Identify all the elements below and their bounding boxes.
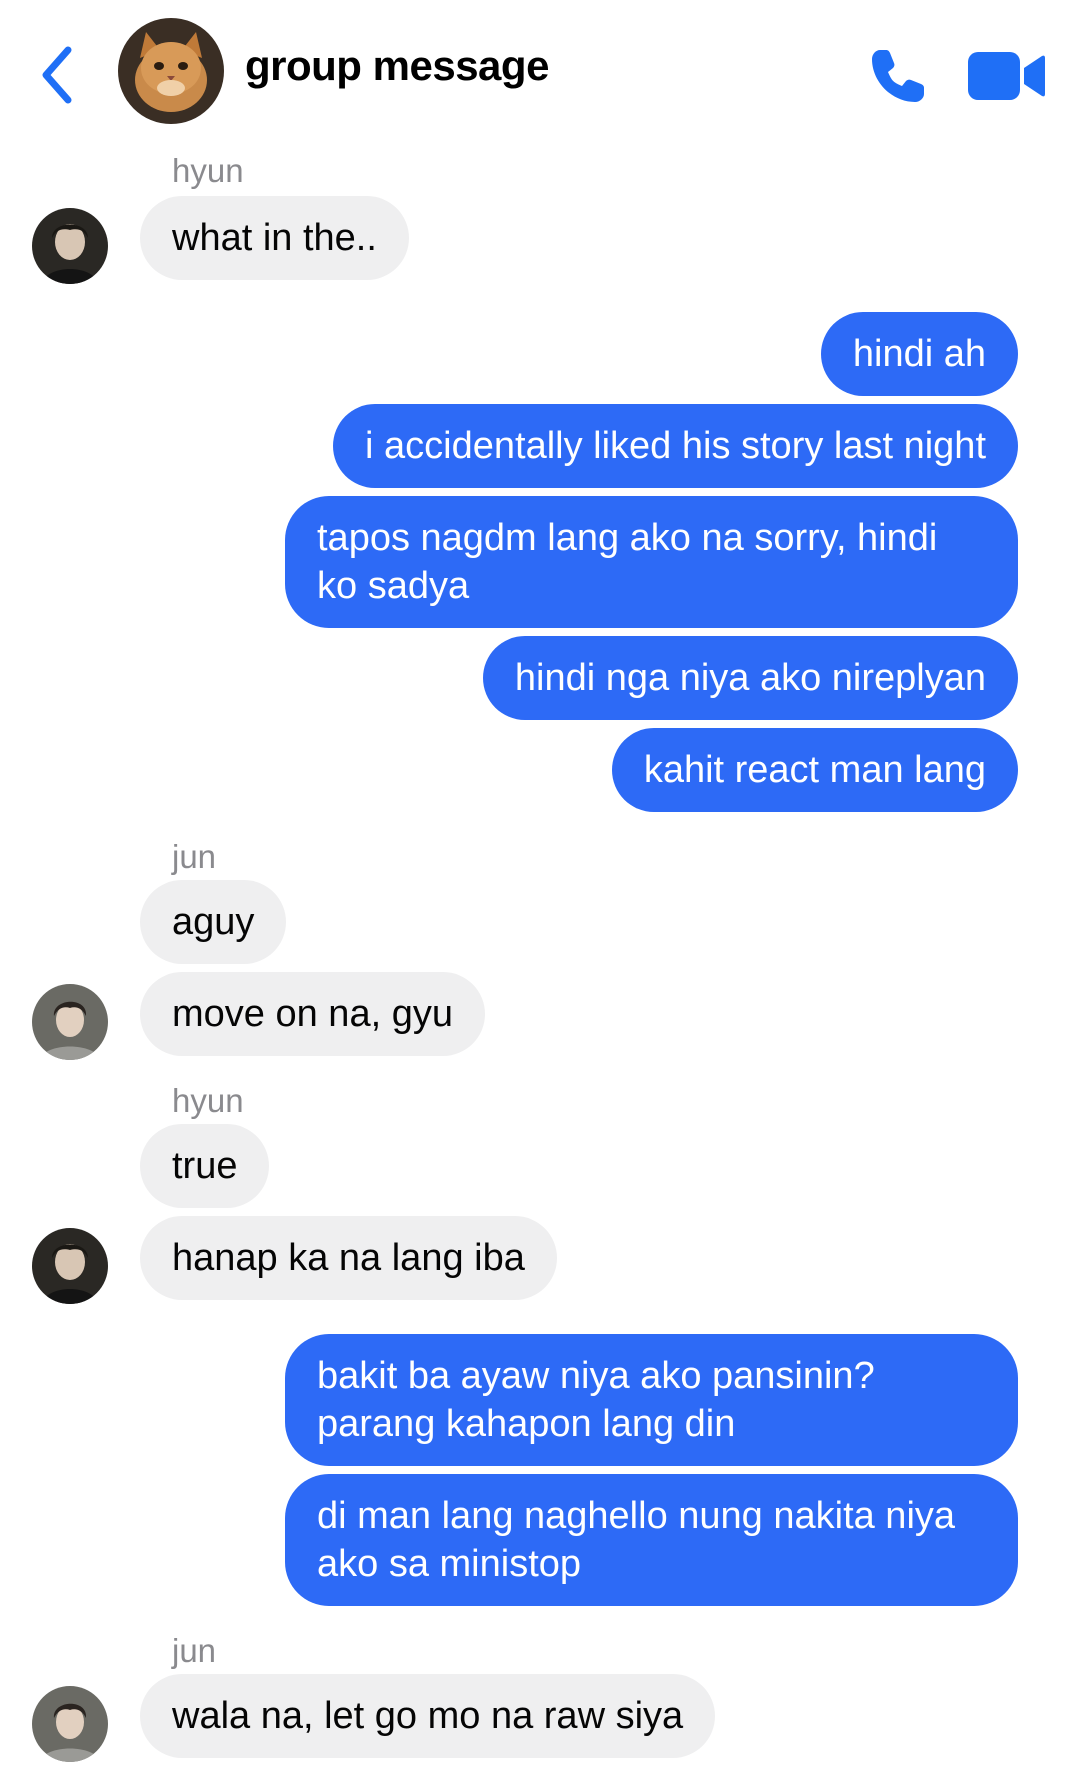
incoming-message[interactable]: what in the.. bbox=[140, 196, 409, 280]
video-call-button[interactable] bbox=[966, 48, 1046, 104]
chevron-left-icon bbox=[42, 46, 72, 104]
incoming-message[interactable]: true bbox=[140, 1124, 270, 1208]
sender-name: jun bbox=[172, 838, 217, 875]
group-avatar[interactable] bbox=[118, 18, 224, 124]
incoming-message[interactable]: aguy bbox=[140, 880, 287, 964]
incoming-message[interactable]: move on na, gyu bbox=[140, 972, 485, 1056]
avatar-hyun[interactable] bbox=[32, 208, 108, 284]
voice-call-button[interactable] bbox=[866, 44, 930, 108]
phone-icon bbox=[872, 50, 924, 102]
incoming-message[interactable]: wala na, let go mo na raw siya bbox=[140, 1674, 716, 1758]
avatar-hyun[interactable] bbox=[32, 1228, 108, 1304]
outgoing-message[interactable]: kahit react man lang bbox=[611, 728, 1018, 812]
outgoing-message[interactable]: hindi nga niya ako nireplyan bbox=[482, 636, 1018, 720]
outgoing-message[interactable]: di man lang naghello nung nakita niya ak… bbox=[285, 1474, 1018, 1606]
chat-title: group message bbox=[245, 42, 549, 89]
avatar-jun[interactable] bbox=[32, 1686, 108, 1762]
outgoing-message[interactable]: tapos nagdm lang ako na sorry, hindi ko … bbox=[285, 496, 1018, 628]
chat-header: group message bbox=[0, 0, 1080, 140]
incoming-message[interactable]: hanap ka na lang iba bbox=[140, 1216, 557, 1300]
sender-name: hyun bbox=[172, 152, 244, 189]
back-button[interactable] bbox=[34, 40, 84, 110]
outgoing-message[interactable]: i accidentally liked his story last nigh… bbox=[333, 404, 1018, 488]
outgoing-message[interactable]: bakit ba ayaw niya ako pansinin? parang … bbox=[285, 1334, 1018, 1466]
outgoing-message[interactable]: hindi ah bbox=[820, 312, 1018, 396]
sender-name: jun bbox=[172, 1632, 217, 1669]
avatar-jun[interactable] bbox=[32, 984, 108, 1060]
sender-name: hyun bbox=[172, 1082, 244, 1119]
video-camera-icon bbox=[968, 52, 1045, 100]
